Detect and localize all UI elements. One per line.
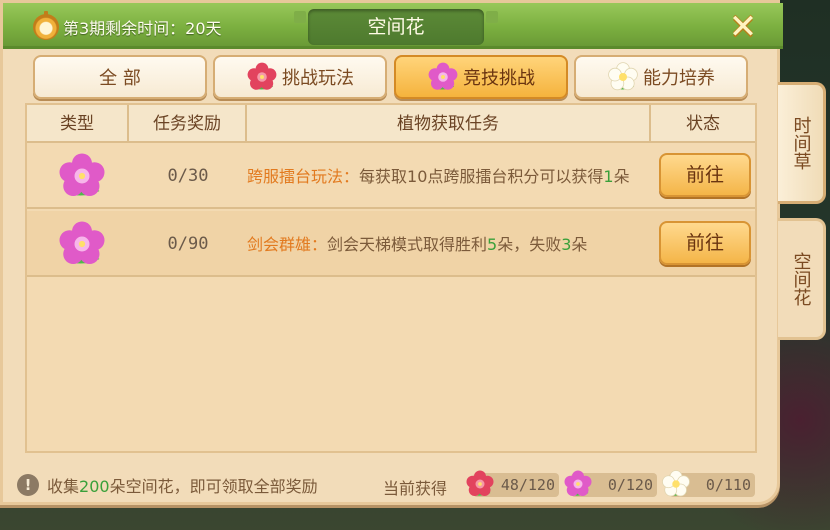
tab-challenge-play[interactable]: 挑战玩法 [213, 55, 387, 99]
red-flower-counter: 48/120 [473, 473, 559, 497]
go-button[interactable]: 前往 [659, 153, 751, 197]
side-tab-space-flower[interactable]: 空间花 [778, 218, 826, 340]
season-timer: 第3期剩余时间：20天 [33, 11, 222, 40]
column-header-reward: 任务奖励 [129, 105, 247, 143]
type-cell [55, 211, 109, 277]
close-button[interactable]: ✕ [723, 9, 763, 45]
tab-label: 挑战玩法 [282, 68, 354, 89]
tab-label: 竞技挑战 [463, 68, 535, 89]
task-name: 剑会群雄： [247, 234, 328, 254]
side-tab-label: 空间花 [790, 252, 812, 306]
info-icon: ! [17, 474, 39, 496]
footer: ! 收集200朵空间花，即可领取全部奖励 当前获得 48/120 0/120 0… [17, 469, 765, 501]
table-row: 0/30 跨服擂台玩法：每获取10点跨服擂台积分可以获得1朵 前往 [27, 143, 755, 209]
collect-hint: 收集200朵空间花，即可领取全部奖励 [47, 473, 318, 497]
tab-ability-training[interactable]: 能力培养 [574, 55, 748, 99]
table-header: 类型 任务奖励 植物获取任务 状态 [27, 105, 755, 143]
page-title: 空间花 [294, 9, 498, 45]
tab-label: 全 部 [99, 68, 141, 89]
table-row: 0/90 剑会群雄：剑会天梯模式取得胜利5朵，失败3朵 前往 [27, 211, 755, 277]
tab-all[interactable]: 全 部 [33, 55, 207, 99]
task-text: 朵 [571, 234, 588, 254]
task-number: 5 [487, 234, 498, 254]
tab-competitive-challenge[interactable]: 竞技挑战 [394, 55, 568, 99]
counter-value: 0/120 [607, 476, 653, 494]
current-label: 当前获得 [383, 479, 448, 498]
pink-flower-icon [55, 219, 109, 269]
category-tabs: 全 部 挑战玩法 竞技挑战 能力培养 [33, 55, 749, 99]
hint-number: 200 [79, 477, 110, 496]
task-text: 朵 [613, 166, 630, 186]
column-header-task: 植物获取任务 [247, 105, 651, 143]
hint-text: 收集 [47, 477, 80, 496]
column-header-type: 类型 [27, 105, 129, 143]
task-text: 每获取10点跨服擂台积分可以获得 [359, 166, 604, 186]
counter-value: 48/120 [500, 476, 555, 494]
pink-flower-icon [427, 61, 459, 93]
flower-panel: 第3期剩余时间：20天 空间花 ✕ 全 部 挑战玩法 竞技挑战 能力培养 类型 … [0, 0, 783, 505]
counter-value: 0/110 [705, 476, 751, 494]
task-text: 剑会天梯模式取得胜利 [327, 234, 488, 254]
white-flower-icon [607, 61, 639, 93]
side-tab-time-grass[interactable]: 时间草 [778, 82, 826, 204]
red-flower-icon [465, 469, 495, 499]
pink-flower-counter: 0/120 [571, 473, 657, 497]
task-name: 跨服擂台玩法： [247, 166, 360, 186]
type-cell [55, 143, 109, 209]
clock-icon [33, 11, 59, 40]
side-tab-label: 时间草 [790, 116, 812, 170]
column-header-status: 状态 [686, 114, 720, 134]
task-text: 朵，失败 [497, 234, 562, 254]
season-text: 第3期剩余时间：20天 [63, 19, 222, 38]
white-flower-icon [661, 469, 691, 499]
task-description: 剑会群雄：剑会天梯模式取得胜利5朵，失败3朵 [247, 211, 651, 277]
white-flower-counter: 0/110 [669, 473, 755, 497]
tab-label: 能力培养 [643, 68, 715, 89]
task-number: 3 [561, 234, 572, 254]
red-flower-icon [246, 61, 278, 93]
go-button[interactable]: 前往 [659, 221, 751, 265]
pink-flower-icon [55, 151, 109, 201]
task-number: 1 [603, 166, 614, 186]
pink-flower-icon [563, 469, 593, 499]
task-description: 跨服擂台玩法：每获取10点跨服擂台积分可以获得1朵 [247, 143, 651, 209]
task-table: 类型 任务奖励 植物获取任务 状态 0/30 跨服擂台玩法：每获取10点跨服擂台… [25, 103, 757, 453]
reward-progress: 0/90 [167, 234, 209, 254]
title-bar: 第3期剩余时间：20天 空间花 ✕ [3, 3, 783, 49]
reward-progress: 0/30 [167, 166, 209, 186]
hint-text: 朵空间花，即可领取全部奖励 [109, 477, 318, 496]
